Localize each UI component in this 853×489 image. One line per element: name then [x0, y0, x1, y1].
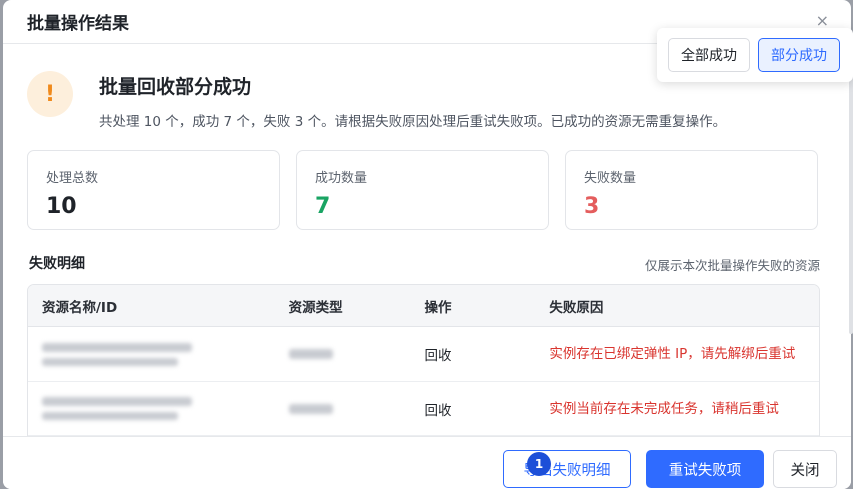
stat-card-success: 成功数量 7 [296, 150, 549, 230]
redacted-resource-type [288, 403, 333, 414]
failure-section-title: 失败明细 [29, 256, 85, 272]
table-row: 回收 实例当前存在未完成任务，请稍后重试 [28, 382, 819, 436]
redacted-resource-name [42, 342, 192, 352]
failure-section-hint: 仅展示本次批量操作失败的资源 [644, 258, 820, 273]
redacted-resource-id [42, 357, 178, 366]
table-row: 回收 实例存在已绑定弹性 IP，请先解绑后重试 [28, 327, 819, 382]
result-title: 批量回收部分成功 [99, 76, 252, 98]
column-header-reason: 失败原因 [549, 299, 604, 316]
export-failures-button[interactable]: 导出失败明细 [503, 450, 631, 488]
warning-icon: ! [27, 71, 73, 117]
failure-reason: 实例存在已绑定弹性 IP，请先解绑后重试 [549, 346, 796, 362]
stats-row: 处理总数 10 成功数量 7 失败数量 3 [27, 150, 818, 230]
resource-type-cell [288, 349, 425, 359]
stat-card-failed: 失败数量 3 [565, 150, 818, 230]
column-header-action: 操作 [424, 299, 452, 316]
stat-value-failed: 3 [584, 194, 600, 219]
partial-success-option[interactable]: 部分成功 [758, 38, 840, 72]
stat-label: 成功数量 [315, 171, 368, 186]
all-success-option[interactable]: 全部成功 [668, 38, 750, 72]
redacted-resource-id [42, 412, 178, 420]
resource-type-cell [288, 403, 425, 414]
failure-reason: 实例当前存在未完成任务，请稍后重试 [549, 400, 779, 417]
stat-card-total: 处理总数 10 [27, 150, 280, 230]
resource-name-cell [28, 342, 289, 366]
action-cell: 回收 [424, 402, 452, 419]
dialog-footer: 导出失败明细 重试失败项 关闭 [3, 436, 851, 489]
resource-name-cell [28, 397, 289, 420]
result-description: 共处理 10 个，成功 7 个，失败 3 个。请根据失败原因处理后重试失败项。已… [99, 114, 727, 130]
stat-value-success: 7 [315, 194, 331, 219]
table-header: 资源名称/ID 资源类型 操作 失败原因 [28, 285, 819, 327]
scrollbar[interactable] [849, 50, 853, 334]
step-badge: 1 [527, 452, 551, 476]
stat-value-total: 10 [46, 194, 77, 219]
redacted-resource-type [288, 349, 333, 359]
result-state-switcher: 全部成功 部分成功 [657, 28, 853, 82]
column-header-type: 资源类型 [288, 299, 343, 316]
failure-table: 资源名称/ID 资源类型 操作 失败原因 回收 实例存在已绑定弹性 IP，请先解… [27, 284, 820, 444]
close-button[interactable]: 关闭 [773, 450, 837, 488]
redacted-resource-name [42, 397, 192, 406]
close-icon[interactable]: × [816, 13, 829, 29]
stat-label: 失败数量 [584, 171, 637, 186]
column-header-resource: 资源名称/ID [42, 299, 118, 316]
retry-failed-button[interactable]: 重试失败项 [646, 450, 764, 488]
stat-label: 处理总数 [46, 171, 99, 186]
dialog-title: 批量操作结果 [27, 14, 129, 34]
action-cell: 回收 [424, 348, 452, 364]
